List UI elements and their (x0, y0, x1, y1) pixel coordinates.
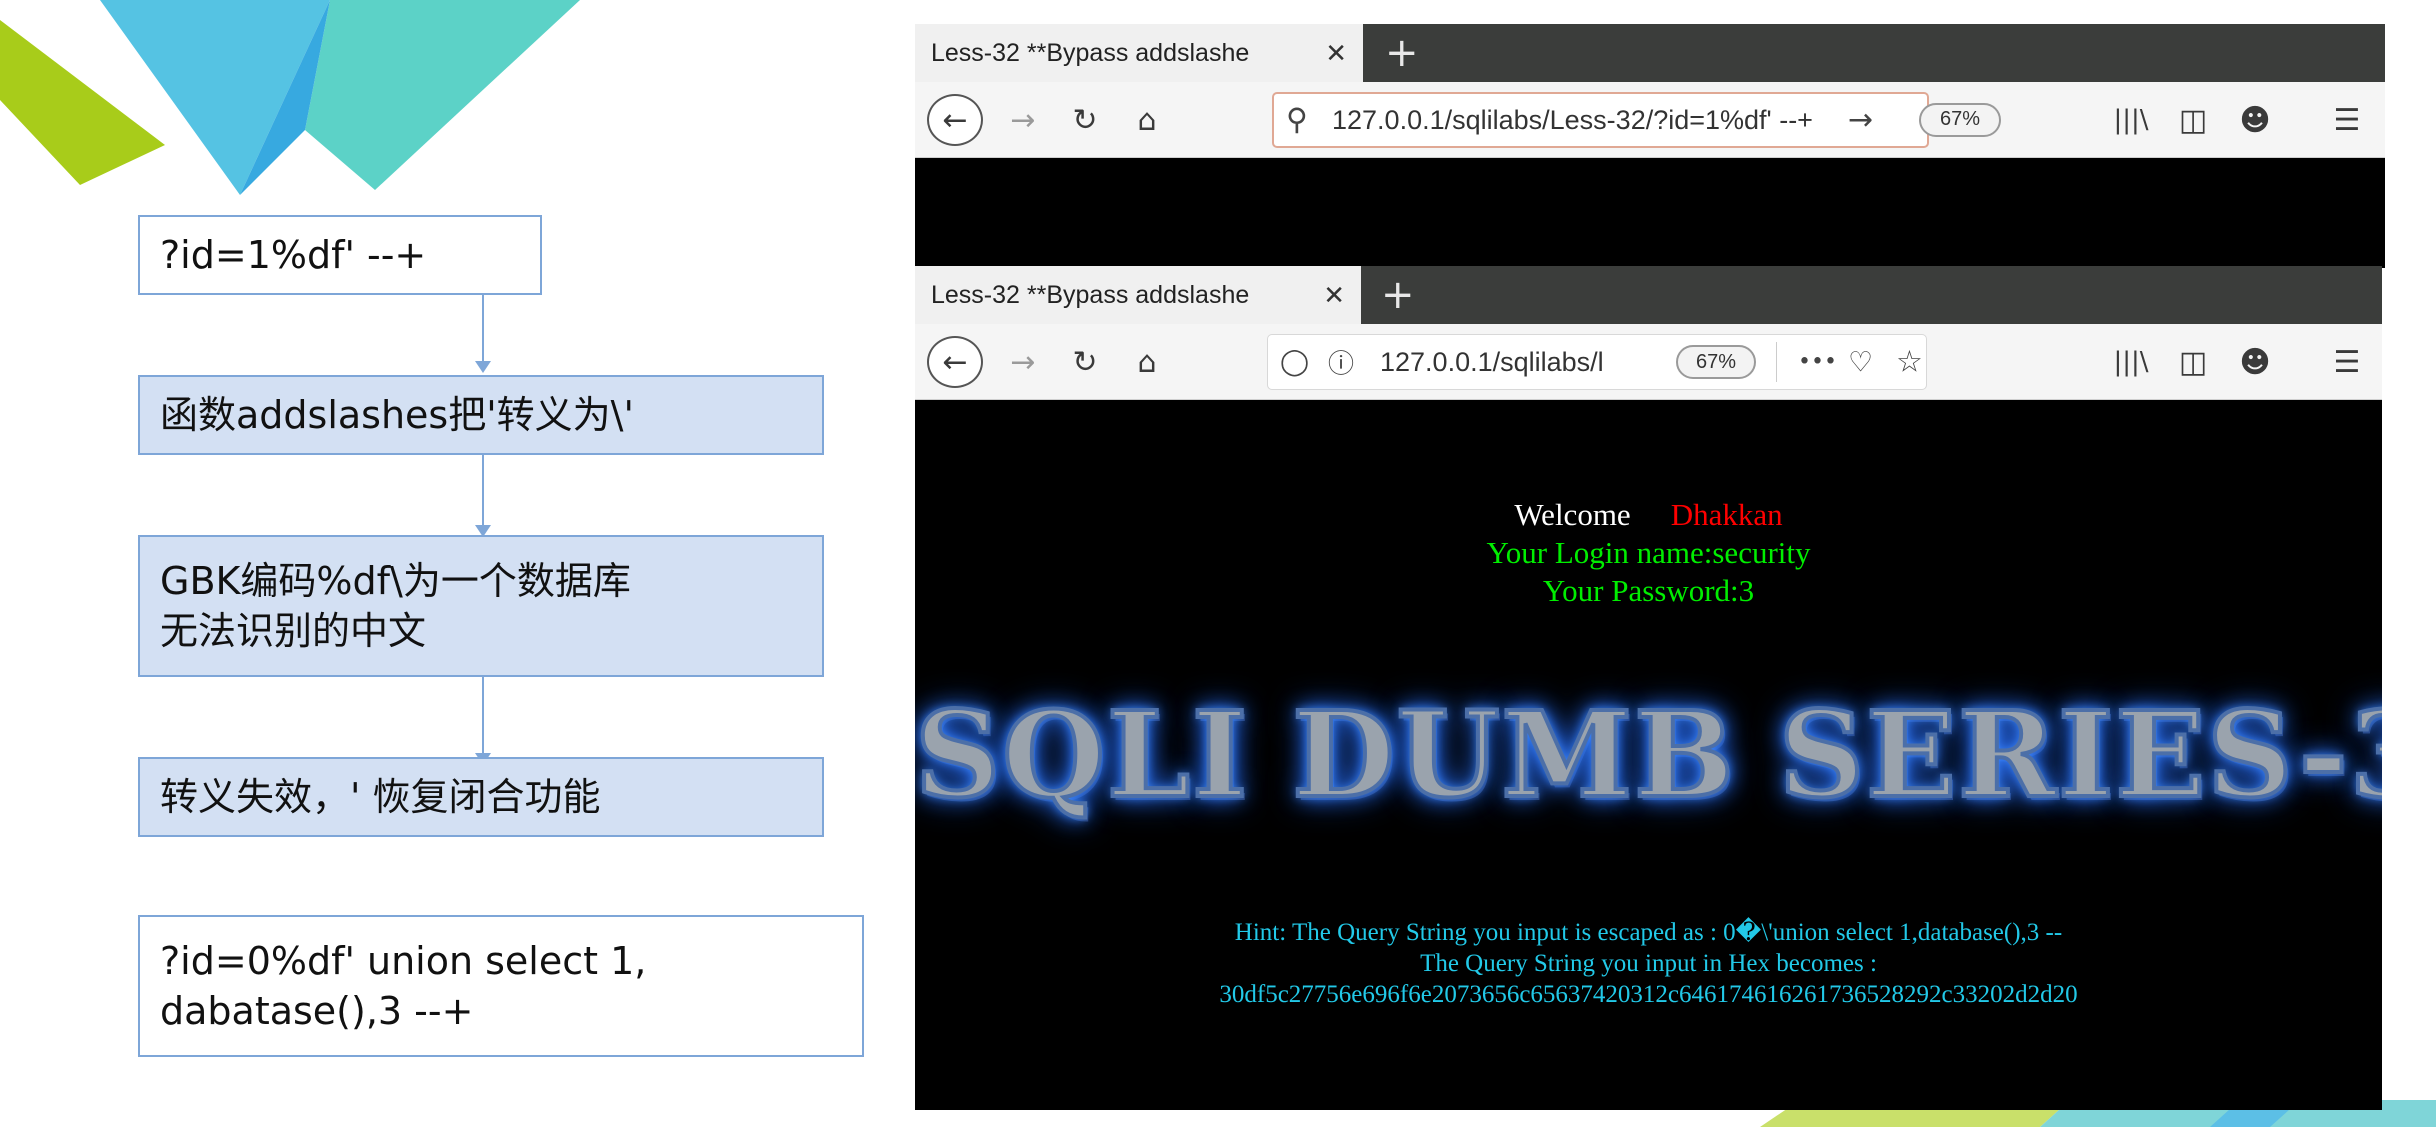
nav-toolbar: ← → ↻ ⌂ ◯ ⓘ 127.0.0.1/sqlilabs/l 67% •••… (915, 324, 2382, 400)
bookmark-star-icon[interactable]: ☆ (1896, 345, 1923, 380)
hint-hex-label: The Query String you input in Hex become… (1420, 950, 1877, 977)
zoom-indicator[interactable]: 67% (1676, 345, 1756, 379)
slide-decoration-top-left (0, 0, 580, 195)
back-icon[interactable]: ← (927, 94, 983, 146)
library-icon[interactable]: |||\ (2111, 94, 2151, 146)
account-icon[interactable]: ☻ (2235, 94, 2275, 146)
login-name-text: Your Login name:security (1486, 535, 1811, 570)
browser-window-top: Less-32 **Bypass addslashe ✕ + ← → ↻ ⌂ ⚲… (915, 24, 2385, 268)
flow-arrow (475, 361, 491, 373)
sidebar-icon[interactable]: ◫ (2173, 336, 2213, 388)
info-icon: ⓘ (1328, 349, 1355, 380)
address-text[interactable]: 127.0.0.1/sqlilabs/Less-32/?id=1%df' --+ (1332, 105, 1840, 136)
zoom-indicator[interactable]: 67% (1919, 102, 2001, 137)
flow-step-input: ?id=1%df' --+ (138, 215, 542, 295)
password-text: Your Password:3 (1542, 573, 1755, 608)
pocket-icon[interactable]: ♡ (1848, 346, 1873, 379)
new-tab-icon[interactable]: + (1385, 30, 1419, 76)
reload-icon[interactable]: ↻ (1065, 336, 1105, 388)
flow-payload: ?id=0%df' union select 1, dabatase(),3 -… (138, 915, 864, 1057)
separator (1776, 342, 1777, 382)
tab-close-icon[interactable]: ✕ (1325, 38, 1347, 69)
address-bar[interactable]: ⚲ 127.0.0.1/sqlilabs/Less-32/?id=1%df' -… (1272, 92, 1929, 148)
menu-icon[interactable]: ☰ (2327, 336, 2367, 388)
flow-connector (482, 455, 484, 527)
page-actions-icon[interactable]: ••• (1798, 350, 1837, 375)
welcome-text: Welcome (1514, 497, 1631, 532)
tab-strip: Less-32 **Bypass addslashe ✕ + (915, 266, 2382, 324)
forward-icon[interactable]: → (1003, 336, 1043, 388)
account-icon[interactable]: ☻ (2235, 336, 2275, 388)
back-icon[interactable]: ← (927, 336, 983, 388)
nav-toolbar: ← → ↻ ⌂ ⚲ 127.0.0.1/sqlilabs/Less-32/?id… (915, 82, 2385, 158)
address-bar[interactable]: ◯ ⓘ 127.0.0.1/sqlilabs/l 67% ••• ♡ ☆ (1267, 334, 1927, 390)
home-icon[interactable]: ⌂ (1125, 336, 1169, 388)
home-icon[interactable]: ⌂ (1125, 94, 1169, 146)
go-arrow-icon[interactable]: → (1848, 103, 1873, 138)
new-tab-icon[interactable]: + (1381, 272, 1415, 318)
user-name: Dhakkan (1670, 497, 1783, 532)
shield-icon: ◯ (1280, 347, 1310, 377)
search-icon: ⚲ (1286, 102, 1308, 138)
flow-step-gbk: GBK编码%df\为一个数据库 无法识别的中文 (138, 535, 824, 677)
hint-hex-value: 30df5c27756e696f6e2073656c65637420312c64… (1219, 981, 2078, 1008)
library-icon[interactable]: |||\ (2111, 336, 2151, 388)
welcome-line: Welcome Dhakkan (915, 495, 2382, 535)
menu-icon[interactable]: ☰ (2327, 94, 2367, 146)
browser-window-bottom: Less-32 **Bypass addslashe ✕ + ← → ↻ ⌂ ◯… (915, 266, 2382, 1110)
page-content: Welcome Dhakkan Your Login name:security … (915, 400, 2382, 1110)
tab-less-32[interactable]: Less-32 **Bypass addslashe ✕ (915, 266, 1361, 324)
forward-icon[interactable]: → (1003, 94, 1043, 146)
tab-strip: Less-32 **Bypass addslashe ✕ + (915, 24, 2385, 82)
flow-connector (482, 677, 484, 755)
hint-escaped: Hint: The Query String you input is esca… (1234, 919, 2063, 946)
reload-icon[interactable]: ↻ (1065, 94, 1105, 146)
tab-less-32[interactable]: Less-32 **Bypass addslashe ✕ (915, 24, 1363, 82)
series-banner: SQLI DUMB SERIES-32 (915, 683, 2382, 826)
address-text[interactable]: 127.0.0.1/sqlilabs/l (1380, 347, 1630, 378)
tab-close-icon[interactable]: ✕ (1323, 280, 1345, 311)
flow-step-addslashes: 函数addslashes把'转义为\' (138, 375, 824, 455)
sidebar-icon[interactable]: ◫ (2173, 94, 2213, 146)
flow-connector (482, 295, 484, 363)
flow-step-escape-fail: 转义失效，' 恢复闭合功能 (138, 757, 824, 837)
